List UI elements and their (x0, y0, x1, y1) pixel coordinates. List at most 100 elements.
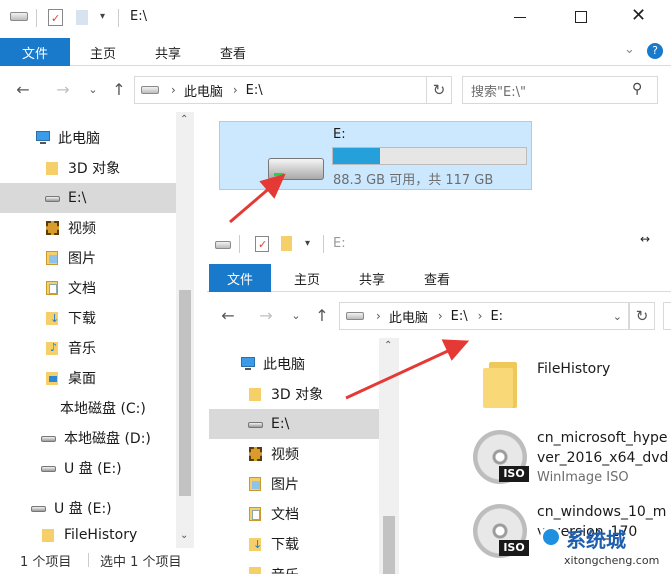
desktop-folder-icon (44, 370, 62, 386)
tab-share[interactable]: 共享 (347, 264, 397, 292)
address-bar[interactable]: › 此电脑 › E:\ › E: ⌄ (339, 302, 629, 330)
minimize-icon[interactable] (514, 17, 526, 18)
tab-view[interactable]: 查看 (412, 264, 462, 292)
downloads-folder-icon: ↓ (247, 536, 265, 552)
file-type: WinImage ISO (537, 470, 629, 485)
breadcrumb-this-pc[interactable]: 此电脑 (389, 307, 428, 326)
close-icon[interactable]: ✕ (631, 5, 646, 26)
tree-label: 下载 (68, 311, 96, 327)
tab-home[interactable]: 主页 (78, 38, 128, 66)
forward-arrow-icon[interactable]: → (50, 76, 76, 102)
breadcrumb-drive[interactable]: E:\ (451, 309, 468, 324)
scroll-up-icon[interactable]: ⌃ (384, 340, 392, 351)
refresh-button[interactable]: ↻ (629, 302, 655, 330)
tab-share[interactable]: 共享 (143, 38, 193, 66)
tree-item-downloads[interactable]: ↓ 下载 (207, 529, 379, 559)
recent-locations-icon[interactable]: ⌄ (84, 76, 102, 102)
refresh-button[interactable]: ↻ (426, 76, 452, 104)
tree-item-this-pc[interactable]: 此电脑 (0, 123, 176, 153)
forward-arrow-icon[interactable]: → (253, 302, 279, 328)
capacity-bar (332, 147, 527, 165)
scrollbar-thumb[interactable] (383, 516, 395, 574)
navigation-scrollbar[interactable]: ⌃ ⌄ (176, 112, 194, 548)
tree-item-documents[interactable]: 文档 (0, 273, 176, 303)
customize-toolbar-icon[interactable]: ▾ (305, 238, 310, 249)
breadcrumb-folder[interactable]: E: (490, 309, 503, 324)
tree-item-music[interactable]: 音乐 (207, 559, 379, 574)
tab-home[interactable]: 主页 (283, 264, 331, 292)
customize-toolbar-icon[interactable]: ▾ (100, 11, 105, 22)
tree-item-desktop[interactable]: 桌面 (0, 363, 176, 393)
tree-item-drive-d[interactable]: 本地磁盘 (D:) (0, 423, 176, 453)
tree-label: E:\ (68, 190, 87, 206)
title-bar: ✓ ▾ E:\ ✕ (0, 0, 671, 36)
properties-icon[interactable]: ✓ (48, 9, 63, 26)
up-arrow-icon[interactable]: ↑ (108, 76, 130, 102)
tree-item-3d-objects[interactable]: 3D 对象 (0, 153, 176, 183)
scroll-down-icon[interactable]: ⌄ (180, 530, 188, 541)
breadcrumb-this-pc[interactable]: 此电脑 (184, 81, 223, 100)
tree-item-drive-e[interactable]: E:\ (0, 183, 176, 213)
tree-label: 图片 (271, 477, 299, 493)
tree-item-usb-e-root[interactable]: U 盘 (E:) (0, 493, 176, 523)
tree-item-music[interactable]: ♪ 音乐 (0, 333, 176, 363)
new-folder-icon[interactable] (76, 10, 88, 25)
tree-label: 音乐 (68, 341, 96, 357)
tree-label: 音乐 (271, 565, 299, 574)
expand-ribbon-icon[interactable]: ⌄ (624, 42, 635, 57)
breadcrumb-drive[interactable]: E:\ (246, 83, 263, 98)
watermark: 系统城 xitongcheng.com (540, 522, 671, 574)
tree-label: U 盘 (E:) (54, 501, 112, 517)
tree-item-videos[interactable]: 视频 (0, 213, 176, 243)
resize-arrows-icon: ↔ (640, 232, 651, 246)
tree-label: U 盘 (E:) (64, 461, 122, 477)
scrollbar-thumb[interactable] (179, 290, 191, 496)
scroll-up-icon[interactable]: ⌃ (180, 114, 188, 125)
address-dropdown-icon[interactable]: ⌄ (613, 310, 622, 323)
tree-label: 下载 (271, 537, 299, 553)
tree-item-documents[interactable]: 文档 (207, 499, 379, 529)
drive-large-icon (268, 158, 324, 180)
drive-icon (40, 430, 58, 446)
tree-item-usb-e[interactable]: U 盘 (E:) (0, 453, 176, 483)
list-item[interactable]: FileHistory (473, 352, 671, 412)
tree-label: 3D 对象 (68, 161, 121, 177)
file-name: cn_windows_10_m (537, 504, 667, 520)
tab-file[interactable]: 文件 (0, 38, 70, 66)
tree-item-drive-e[interactable]: E:\ (209, 409, 379, 439)
back-arrow-icon[interactable]: ← (10, 76, 36, 102)
file-name: cn_microsoft_hype (537, 430, 668, 446)
watermark-text: 系统城 (566, 528, 626, 552)
address-bar[interactable]: › 此电脑 › E:\ ⌄ (134, 76, 452, 104)
tree-item-drive-c[interactable]: 本地磁盘 (C:) (0, 393, 176, 423)
tab-view[interactable]: 查看 (208, 38, 258, 66)
documents-folder-icon (44, 280, 62, 296)
tree-item-videos[interactable]: 视频 (207, 439, 379, 469)
tree-item-3d-objects[interactable]: 3D 对象 (207, 379, 379, 409)
list-item[interactable]: ISO cn_microsoft_hype ver_2016_x64_dvd W… (473, 424, 671, 488)
properties-icon[interactable]: ✓ (255, 236, 269, 252)
drive-name: E: (333, 127, 346, 142)
navigation-scrollbar[interactable]: ⌃ (379, 338, 399, 574)
search-input[interactable] (663, 302, 671, 330)
drive-tile[interactable]: E: 88.3 GB 可用，共 117 GB (219, 121, 532, 190)
tab-file[interactable]: 文件 (209, 264, 271, 292)
tree-item-pictures[interactable]: 图片 (207, 469, 379, 499)
tree-item-pictures[interactable]: 图片 (0, 243, 176, 273)
search-input[interactable]: 搜索"E:\" (462, 76, 658, 104)
new-folder-icon[interactable] (281, 236, 292, 251)
tree-item-this-pc[interactable]: 此电脑 (207, 349, 379, 379)
windows-drive-icon (40, 402, 54, 414)
tree-item-downloads[interactable]: ↓ 下载 (0, 303, 176, 333)
tree-label: 本地磁盘 (D:) (64, 431, 151, 447)
tree-label: FileHistory (64, 527, 138, 543)
chevron-right-icon: › (437, 309, 443, 323)
recent-locations-icon[interactable]: ⌄ (287, 302, 305, 328)
tree-item-filehistory[interactable]: FileHistory (0, 523, 176, 547)
help-icon[interactable]: ? (647, 43, 663, 59)
back-arrow-icon[interactable]: ← (215, 302, 241, 328)
maximize-icon[interactable] (575, 11, 587, 23)
up-arrow-icon[interactable]: ↑ (311, 302, 333, 328)
tree-label: 视频 (68, 221, 96, 237)
usb-drive-icon (30, 500, 48, 516)
